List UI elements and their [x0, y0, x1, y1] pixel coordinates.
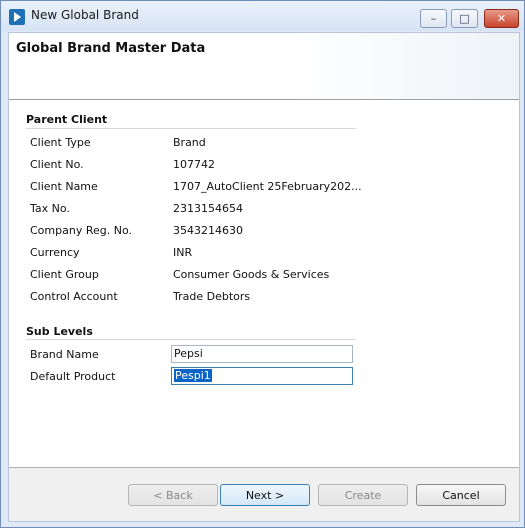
client-type-label: Client Type [30, 136, 91, 149]
brand-name-input[interactable]: Pepsi [171, 345, 353, 363]
client-no-label: Client No. [30, 158, 84, 171]
close-button[interactable]: ✕ [484, 9, 519, 28]
brand-name-input-value: Pepsi [174, 347, 203, 360]
currency-label: Currency [30, 246, 80, 259]
maximize-button[interactable]: □ [451, 9, 478, 28]
company-reg-no-label: Company Reg. No. [30, 224, 132, 237]
app-icon [9, 9, 25, 25]
default-product-input-value: Pespi1 [174, 369, 212, 382]
client-group-value: Consumer Goods & Services [173, 268, 330, 281]
tax-no-label: Tax No. [30, 202, 70, 215]
default-product-label: Default Product [30, 370, 116, 383]
client-name-label: Client Name [30, 180, 98, 193]
cancel-button[interactable]: Cancel [416, 484, 506, 506]
dialog-content: Global Brand Master Data Parent Client C… [8, 32, 520, 522]
dialog-window: New Global Brand – □ ✕ Global Brand Mast… [0, 0, 525, 528]
client-name-value: 1707_AutoClient 25February202... [173, 180, 362, 193]
currency-value: INR [173, 246, 193, 259]
page-header: Global Brand Master Data [9, 33, 519, 100]
back-button[interactable]: < Back [128, 484, 218, 506]
sub-levels-section-label: Sub Levels [26, 325, 93, 338]
next-button[interactable]: Next > [220, 484, 310, 506]
tax-no-value: 2313154654 [173, 202, 243, 215]
title-bar: New Global Brand – □ ✕ [1, 1, 524, 31]
client-type-value: Brand [173, 136, 206, 149]
parent-client-divider [26, 128, 356, 129]
create-button[interactable]: Create [318, 484, 408, 506]
control-account-label: Control Account [30, 290, 118, 303]
minimize-button[interactable]: – [420, 9, 447, 28]
window-title: New Global Brand [31, 8, 139, 22]
default-product-input[interactable]: Pespi1 [171, 367, 353, 385]
page-title: Global Brand Master Data [16, 41, 206, 56]
parent-client-section-label: Parent Client [26, 113, 108, 126]
client-no-value: 107742 [173, 158, 215, 171]
sub-levels-divider [26, 339, 356, 340]
client-group-label: Client Group [30, 268, 99, 281]
company-reg-no-value: 3543214630 [173, 224, 243, 237]
control-account-value: Trade Debtors [173, 290, 251, 303]
brand-name-label: Brand Name [30, 348, 99, 361]
